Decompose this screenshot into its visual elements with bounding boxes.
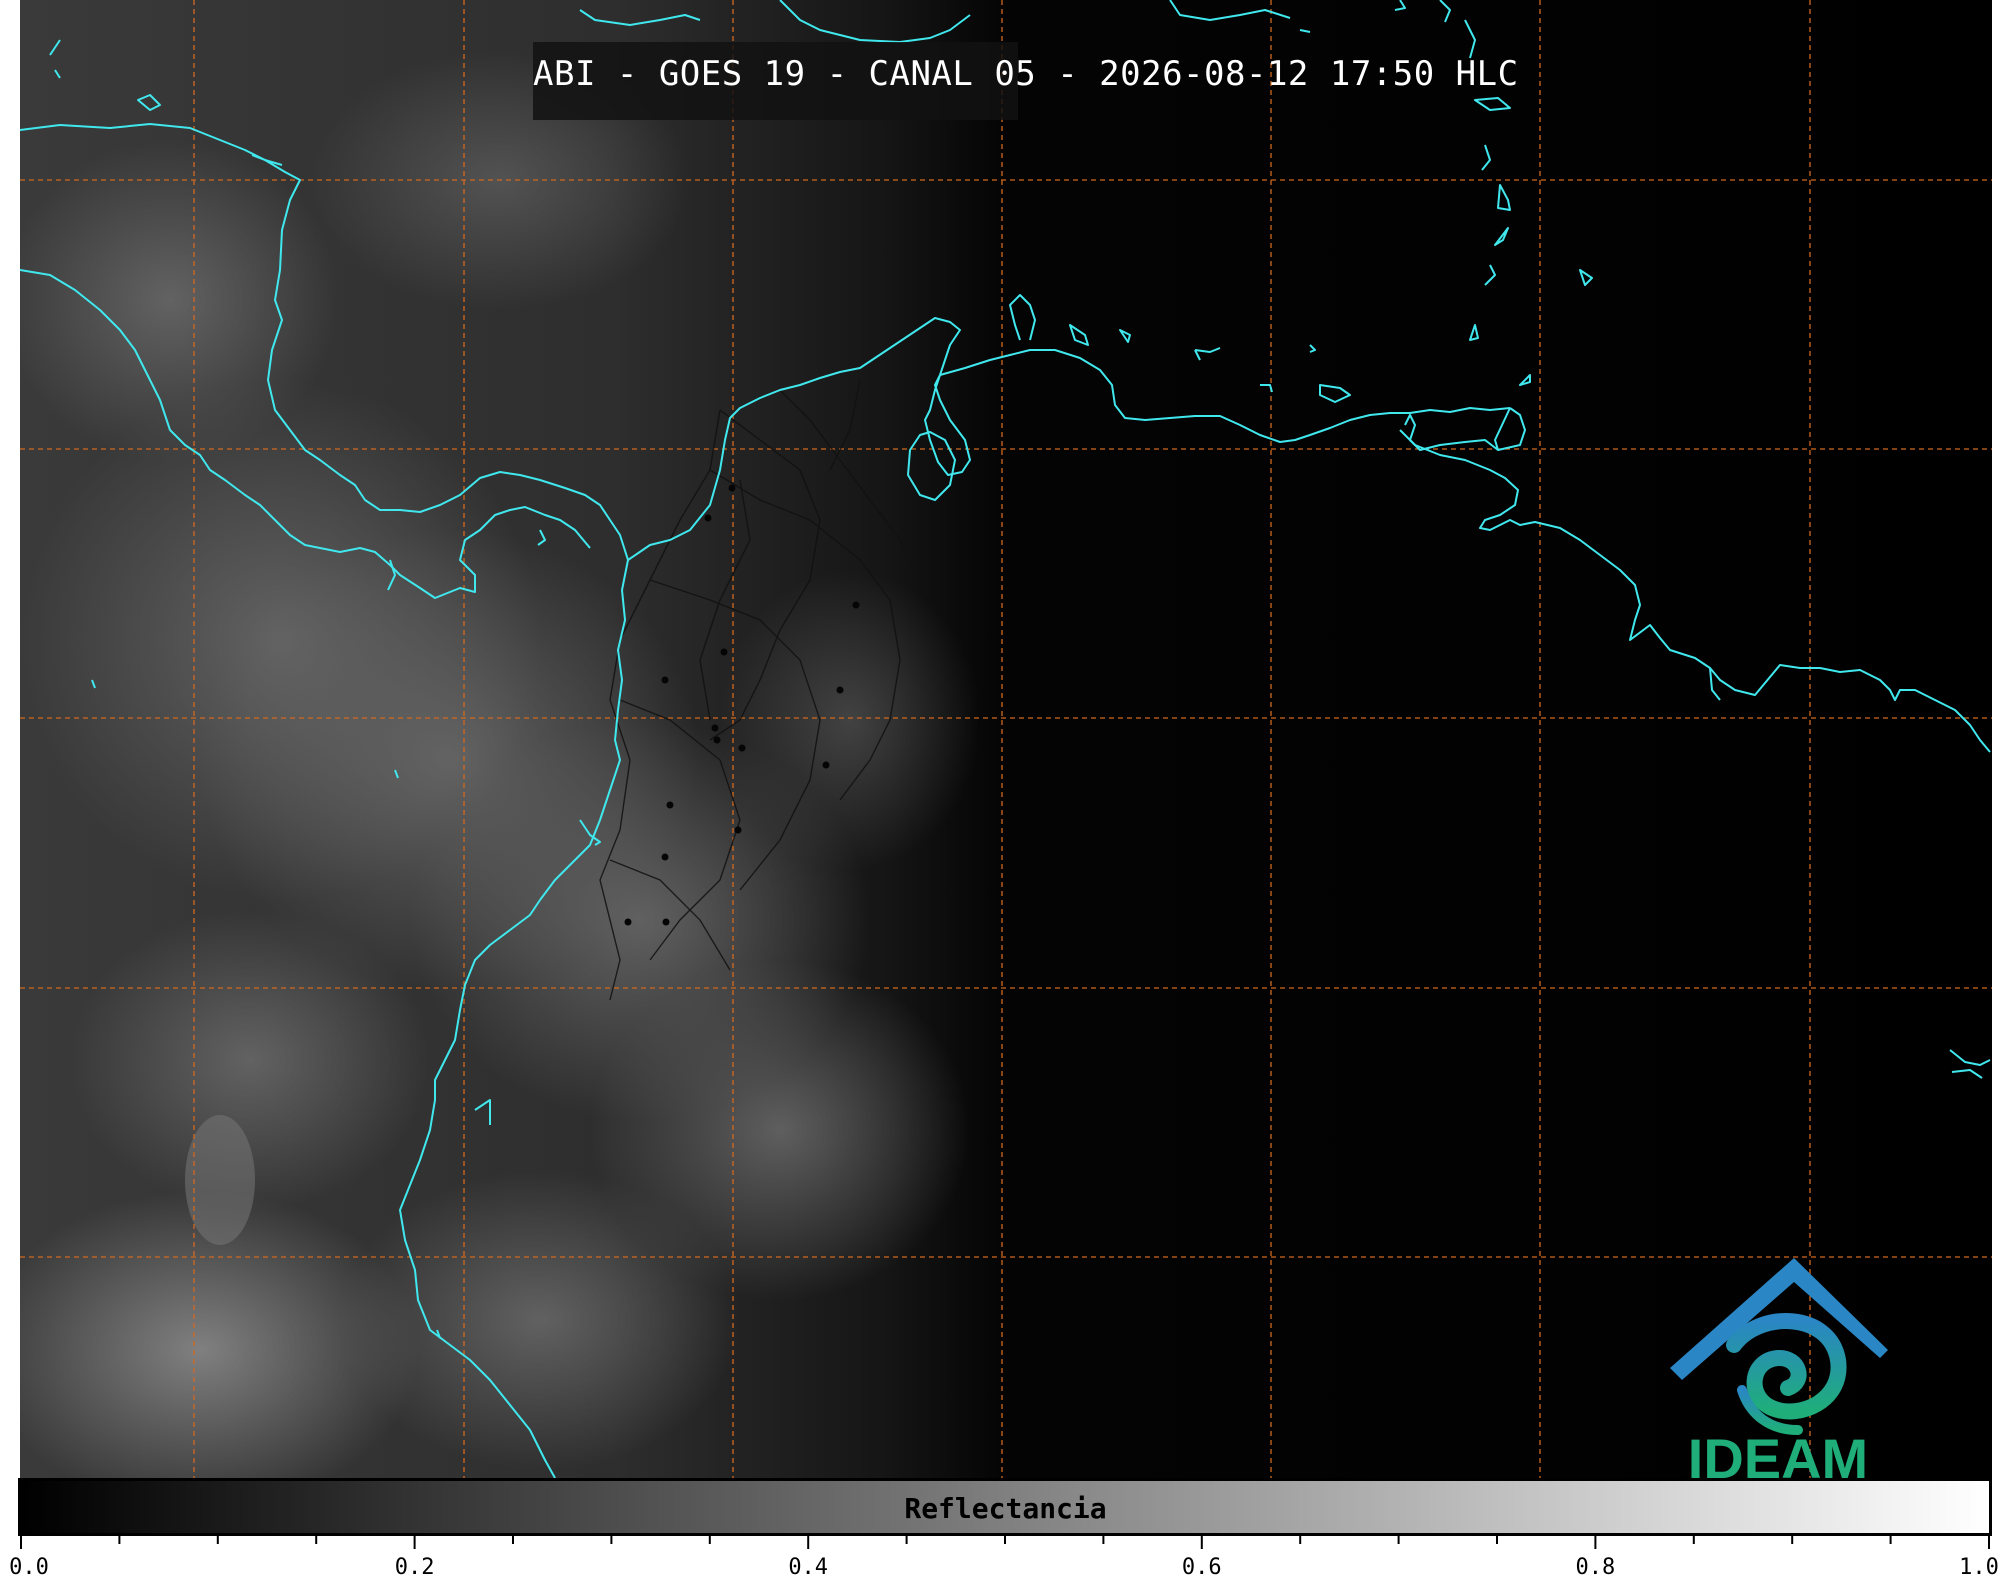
colorbar-tick-label: 0.6	[1181, 1555, 1222, 1580]
colorbar-label: Reflectancia	[904, 1492, 1107, 1525]
logo-spiral-icon	[1726, 1313, 1847, 1435]
image-title: ABI - GOES 19 - CANAL 05 - 2026-08-12 17…	[533, 54, 1519, 94]
colorbar-tick-label: 0.2	[394, 1555, 435, 1580]
logo-text: IDEAM	[1688, 1427, 1868, 1480]
ideam-logo: IDEAM	[1660, 1250, 1900, 1490]
colorbar-tick-label: 0.0	[9, 1555, 49, 1580]
colorbar-tick-label: 0.4	[788, 1555, 829, 1580]
colorbar-tick-label: 0.8	[1575, 1555, 1616, 1580]
colorbar-ticks	[20, 1535, 1990, 1549]
colorbar-tick-label: 1.0	[1959, 1555, 1999, 1580]
